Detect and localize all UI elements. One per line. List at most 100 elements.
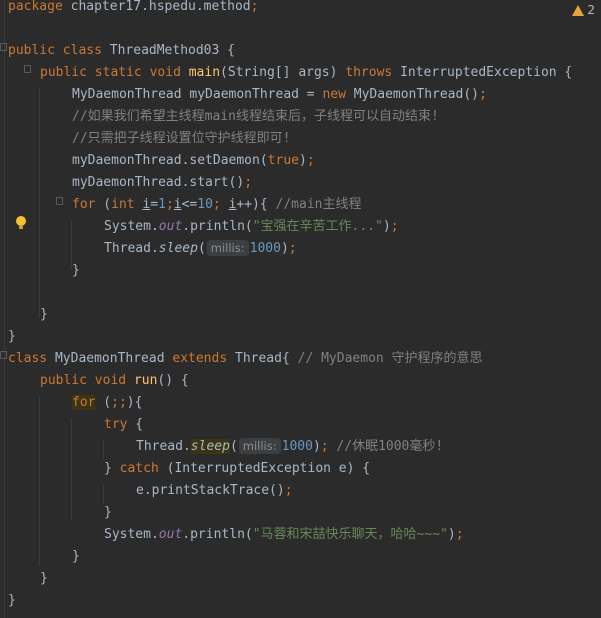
static-method-highlighted: sleep — [190, 439, 230, 454]
keyword: void — [94, 373, 127, 388]
gutter-divider — [4, 0, 5, 618]
parameter-hint: millis: — [206, 240, 249, 256]
code-line-8[interactable]: myDaemonThread.setDaemon(true); — [72, 150, 315, 172]
code-line-27[interactable]: } — [40, 568, 48, 590]
code-line-22[interactable]: } catch (InterruptedException e) { — [104, 458, 370, 480]
code-line-19[interactable]: for (;;){ — [72, 392, 142, 414]
number: 1000 — [281, 439, 313, 454]
code-text: myDaemonThread.start() — [72, 175, 245, 190]
static-method: sleep — [158, 241, 198, 256]
method-name: run — [133, 373, 158, 388]
code-text: { — [127, 417, 144, 432]
code-line-7[interactable]: //只需把子线程设置位守护线程即可! — [72, 128, 290, 150]
semicolon: ; — [390, 219, 399, 234]
class-name: MyDaemonThread — [47, 351, 173, 366]
keyword: extends — [172, 351, 228, 366]
package-name: chapter17.hspedu.method — [62, 0, 251, 14]
keyword: class — [62, 43, 102, 58]
code-editor[interactable]: 2 package chapter17.hspedu.method; publi… — [0, 0, 601, 618]
semicolon: ; — [212, 197, 221, 212]
fold-marker-icon[interactable] — [0, 43, 7, 51]
code-line-6[interactable]: //如果我们希望主线程main线程结束后，子线程可以自动结束! — [72, 106, 439, 128]
code-line-10[interactable]: for (int i=1;i<=10; i++){ //main主线程 — [72, 194, 362, 216]
code-line-20[interactable]: try { — [104, 414, 143, 436]
code-text: .println( — [182, 219, 253, 234]
number: 1 — [158, 197, 166, 212]
code-line-25[interactable]: System.out.println("马蓉和宋喆快乐聊天，哈哈~~~"); — [104, 524, 464, 546]
semicolon: ; — [455, 527, 464, 542]
semicolon: ; — [288, 241, 297, 256]
keyword: public — [40, 65, 87, 80]
code-line-21[interactable]: Thread.sleep(millis: 1000); //休眠1000毫秒! — [136, 436, 443, 458]
string-literal: "宝强在辛苦工作..." — [252, 219, 383, 234]
fold-marker-icon[interactable] — [0, 351, 7, 359]
semicolon: ; — [306, 153, 315, 168]
code-line-12[interactable]: Thread.sleep(millis: 1000); — [104, 238, 297, 260]
code-line-18[interactable]: public void run() { — [40, 370, 189, 392]
comment: //只需把子线程设置位守护线程即可! — [72, 131, 291, 146]
intention-bulb-icon[interactable] — [16, 216, 26, 230]
code-text: ( — [197, 241, 206, 256]
code-text: ){ — [126, 395, 143, 410]
number: 10 — [197, 197, 213, 212]
code-line-3[interactable]: public class ThreadMethod03 { — [8, 40, 235, 62]
static-field: out — [158, 527, 183, 542]
keyword: static — [94, 65, 142, 80]
code-text: Thread. — [136, 439, 191, 454]
code-line-1[interactable]: package chapter17.hspedu.method; — [8, 0, 258, 18]
operator: = — [150, 197, 159, 212]
code-line-15[interactable]: } — [40, 304, 48, 326]
string-literal: "马蓉和宋喆快乐聊天，哈哈~~~" — [252, 527, 448, 542]
keyword: class — [8, 351, 48, 366]
code-line-23[interactable]: e.printStackTrace(); — [136, 480, 293, 502]
code-text: MyDaemonThread myDaemonThread = — [72, 87, 323, 102]
fold-marker-icon[interactable] — [56, 197, 63, 205]
code-text: e.printStackTrace() — [136, 483, 285, 498]
comment: //如果我们希望主线程main线程结束后，子线程可以自动结束! — [72, 109, 439, 124]
brace: } — [8, 329, 16, 344]
code-line-24[interactable]: } — [104, 502, 112, 524]
code-text: ) — [298, 153, 307, 168]
code-line-5[interactable]: MyDaemonThread myDaemonThread = new MyDa… — [72, 84, 487, 106]
code-line-26[interactable]: } — [72, 546, 80, 568]
code-text: System. — [104, 219, 159, 234]
code-text: (InterruptedException e) { — [158, 461, 371, 476]
code-text: Thread. — [104, 241, 159, 256]
code-text: Thread{ — [227, 351, 298, 366]
code-text: ( — [95, 197, 112, 212]
code-line-9[interactable]: myDaemonThread.start(); — [72, 172, 252, 194]
keyword: public — [40, 373, 87, 388]
brace: } — [72, 263, 80, 278]
keyword: package — [8, 0, 63, 14]
semicolon: ; — [320, 439, 329, 454]
code-line-28[interactable]: } — [8, 590, 16, 612]
semicolon: ;; — [111, 395, 127, 410]
code-text: ) — [447, 527, 456, 542]
keyword: true — [267, 153, 299, 168]
code-line-17[interactable]: class MyDaemonThread extends Thread{ // … — [8, 348, 483, 370]
code-text: .println( — [182, 527, 253, 542]
code-text: ) — [280, 241, 289, 256]
variable: i — [173, 197, 182, 212]
operator: <= — [181, 197, 198, 212]
code-line-16[interactable]: } — [8, 326, 16, 348]
indent-guide — [39, 396, 40, 566]
code-text: ( — [229, 439, 238, 454]
keyword: catch — [119, 461, 159, 476]
semicolon: ; — [244, 175, 253, 190]
semicolon: ; — [165, 197, 174, 212]
keyword-highlighted: for — [72, 395, 96, 410]
code-text: ) — [382, 219, 391, 234]
code-text: myDaemonThread.setDaemon( — [72, 153, 268, 168]
static-field: out — [158, 219, 183, 234]
warning-indicator[interactable]: 2 — [572, 2, 595, 18]
fold-marker-icon[interactable] — [24, 65, 31, 73]
brace: } — [104, 505, 112, 520]
keyword: new — [322, 87, 346, 102]
code-line-4[interactable]: public static void main(String[] args) t… — [40, 62, 572, 84]
code-line-13[interactable]: } — [72, 260, 80, 282]
code-line-11[interactable]: System.out.println("宝强在辛苦工作..."); — [104, 216, 399, 238]
code-text: () { — [157, 373, 189, 388]
method-name: main — [188, 65, 221, 80]
brace: } — [8, 593, 16, 608]
